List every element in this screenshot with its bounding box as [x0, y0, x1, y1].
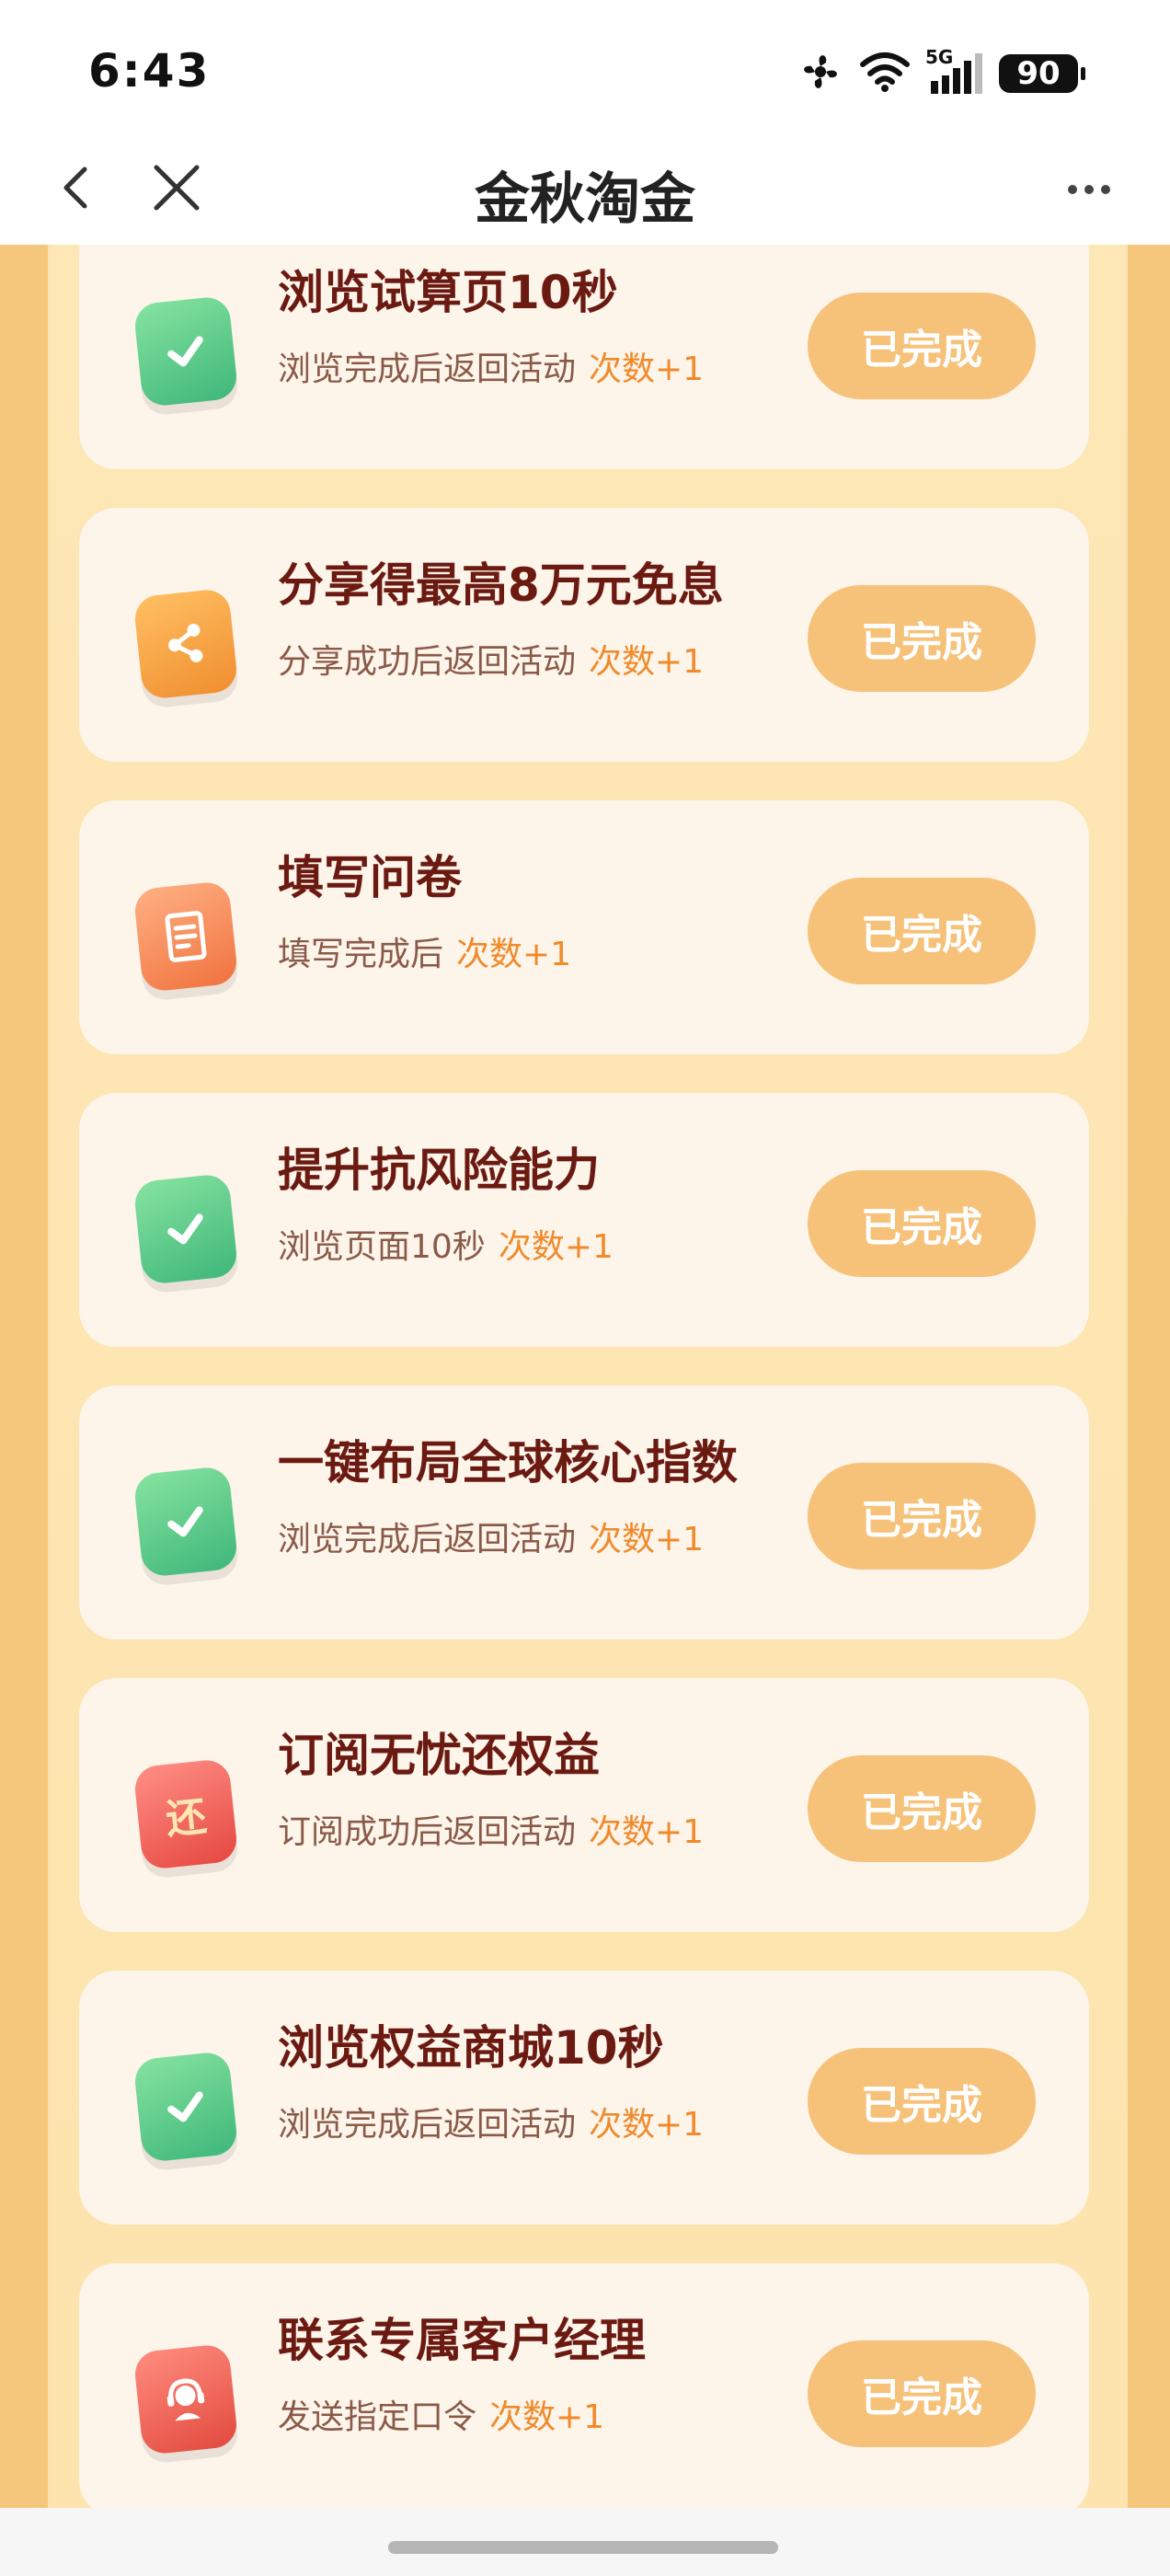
- wifi-icon: [859, 50, 911, 98]
- task-subtitle: 订阅成功后返回活动 次数+1: [278, 1805, 704, 1853]
- task-card: 浏览权益商城10秒 浏览完成后返回活动 次数+1 已完成: [79, 1971, 1089, 2225]
- task-desc: 填写完成后: [278, 936, 444, 973]
- customer-service-icon: [132, 2342, 239, 2456]
- task-count: 次数+1: [589, 643, 705, 681]
- status-icons: 5G 90: [797, 46, 1085, 99]
- task-subtitle: 浏览完成后返回活动 次数+1: [278, 1512, 704, 1560]
- task-title: 提升抗风险能力: [278, 1144, 600, 1197]
- task-desc: 浏览完成后返回活动: [278, 2106, 577, 2144]
- done-button[interactable]: 已完成: [808, 1755, 1036, 1862]
- done-button[interactable]: 已完成: [808, 1170, 1036, 1277]
- more-icon: [1068, 185, 1110, 194]
- task-desc: 发送指定口令: [278, 2398, 477, 2436]
- task-count: 次数+1: [498, 1228, 614, 1266]
- system-bottom-bar: [0, 2508, 1170, 2576]
- check-icon: [132, 1465, 239, 1579]
- task-card: 填写问卷 填写完成后 次数+1 已完成: [79, 800, 1089, 1054]
- task-desc: 分享成功后返回活动: [278, 643, 577, 681]
- task-card: 浏览试算页10秒 浏览完成后返回活动 次数+1 已完成: [79, 245, 1089, 469]
- nav-bar: 金秋淘金: [0, 138, 1170, 245]
- task-card: 联系专属客户经理 发送指定口令 次数+1 已完成: [79, 2263, 1089, 2508]
- task-title: 浏览试算页10秒: [278, 266, 618, 319]
- task-subtitle: 发送指定口令 次数+1: [278, 2390, 604, 2438]
- task-title: 浏览权益商城10秒: [278, 2021, 664, 2075]
- home-indicator[interactable]: [388, 2541, 778, 2554]
- done-button[interactable]: 已完成: [808, 585, 1036, 692]
- task-count: 次数+1: [456, 936, 572, 973]
- task-subtitle: 浏览页面10秒 次数+1: [278, 1220, 614, 1268]
- more-button[interactable]: [1045, 164, 1133, 215]
- fan-icon: [797, 48, 844, 99]
- done-button[interactable]: 已完成: [808, 293, 1036, 399]
- task-title: 订阅无忧还权益: [278, 1729, 600, 1782]
- task-list-area[interactable]: 浏览试算页10秒 浏览完成后返回活动 次数+1 已完成 分享得最高8万元免息 分享…: [0, 245, 1170, 2508]
- task-count: 次数+1: [589, 2106, 705, 2144]
- page-title: 金秋淘金: [475, 167, 695, 232]
- done-button[interactable]: 已完成: [808, 1463, 1036, 1570]
- done-button[interactable]: 已完成: [808, 2048, 1036, 2155]
- task-count: 次数+1: [589, 1813, 705, 1851]
- task-desc: 浏览页面10秒: [278, 1228, 486, 1266]
- task-card: 提升抗风险能力 浏览页面10秒 次数+1 已完成: [79, 1093, 1089, 1347]
- task-title: 分享得最高8万元免息: [278, 558, 724, 612]
- task-subtitle: 浏览完成后返回活动 次数+1: [278, 2098, 704, 2145]
- task-subtitle: 分享成功后返回活动 次数+1: [278, 635, 704, 683]
- task-desc: 浏览完成后返回活动: [278, 351, 577, 388]
- done-button[interactable]: 已完成: [808, 878, 1036, 984]
- task-desc: 订阅成功后返回活动: [278, 1813, 577, 1851]
- status-time: 6:43: [88, 44, 211, 98]
- task-card: 一键布局全球核心指数 浏览完成后返回活动 次数+1 已完成: [79, 1386, 1089, 1639]
- check-icon: [132, 1172, 239, 1286]
- signal-5g-icon: 5G: [925, 46, 984, 98]
- task-count: 次数+1: [489, 2398, 605, 2436]
- task-subtitle: 浏览完成后返回活动 次数+1: [278, 342, 704, 390]
- task-count: 次数+1: [589, 1521, 705, 1558]
- task-count: 次数+1: [589, 351, 705, 388]
- survey-icon: [132, 880, 239, 994]
- task-card: 还 订阅无忧还权益 订阅成功后返回活动 次数+1 已完成: [79, 1678, 1089, 1932]
- check-icon: [132, 2050, 239, 2164]
- share-icon: [132, 587, 239, 701]
- task-title: 一键布局全球核心指数: [278, 1436, 738, 1489]
- check-icon: [132, 294, 239, 408]
- task-card: 分享得最高8万元免息 分享成功后返回活动 次数+1 已完成: [79, 508, 1089, 762]
- battery-icon: 90: [999, 54, 1085, 93]
- task-desc: 浏览完成后返回活动: [278, 1521, 577, 1558]
- task-title: 联系专属客户经理: [278, 2314, 646, 2367]
- status-bar: 6:43 5G 90: [0, 0, 1170, 138]
- done-button[interactable]: 已完成: [808, 2340, 1036, 2447]
- task-subtitle: 填写完成后 次数+1: [278, 927, 571, 975]
- huan-icon: 还: [132, 1757, 239, 1871]
- task-title: 填写问卷: [278, 851, 462, 904]
